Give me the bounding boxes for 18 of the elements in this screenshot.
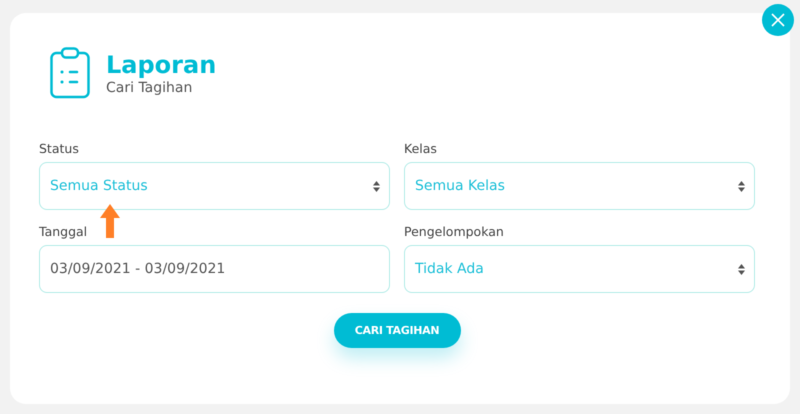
date-field[interactable]: 03/09/2021 - 03/09/2021 xyxy=(39,245,390,293)
sort-icon xyxy=(738,264,745,274)
dialog-subtitle: Cari Tagihan xyxy=(106,79,194,97)
close-button[interactable] xyxy=(762,4,794,36)
field-label: Tanggal xyxy=(39,224,88,239)
select-field[interactable]: Semua Kelas xyxy=(404,162,755,210)
clipboard-icon xyxy=(50,47,90,99)
select-field[interactable]: Tidak Ada xyxy=(404,245,755,293)
select-field[interactable]: Semua Status xyxy=(39,162,390,210)
sort-icon xyxy=(373,180,380,192)
search-button[interactable]: CARI TAGIHAN xyxy=(334,313,460,348)
arrow-icon xyxy=(100,204,120,238)
close-icon xyxy=(771,13,785,27)
field-label: Kelas xyxy=(404,141,438,156)
dialog-title: Laporan xyxy=(106,51,216,79)
field-label: Status xyxy=(39,141,80,156)
field-label: Pengelompokan xyxy=(404,224,505,239)
sort-icon xyxy=(738,180,745,192)
